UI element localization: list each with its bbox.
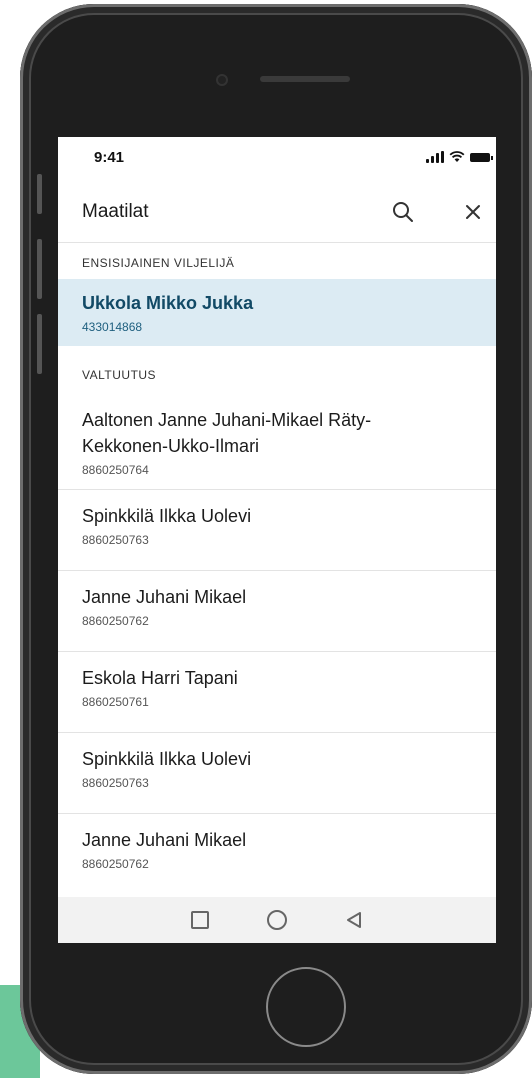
volume-down-button bbox=[37, 314, 42, 374]
front-camera bbox=[216, 74, 228, 86]
item-name: Aaltonen Janne Juhani-Mikael Räty-Kekkon… bbox=[82, 410, 372, 456]
close-icon bbox=[466, 205, 480, 219]
signal-icon bbox=[426, 151, 444, 163]
item-name: Eskola Harri Tapani bbox=[82, 668, 238, 688]
phone-screen: 9:41 Maatilat ENSISIJAINEN VILJELIJÄ Ukk… bbox=[58, 137, 496, 943]
volume-up-button bbox=[37, 239, 42, 299]
item-name: Janne Juhani Mikael bbox=[82, 830, 247, 850]
item-id: 8860250762 bbox=[82, 614, 149, 628]
earpiece-speaker bbox=[260, 76, 350, 82]
status-bar: 9:41 bbox=[58, 137, 496, 181]
list-item[interactable]: Spinkkilä Ilkka Uolevi 8860250763 bbox=[58, 733, 496, 814]
section-header-primary: ENSISIJAINEN VILJELIJÄ bbox=[82, 256, 235, 270]
item-id: 8860250761 bbox=[82, 695, 149, 709]
item-id: 8860250763 bbox=[82, 533, 149, 547]
page-title: Maatilat bbox=[82, 201, 149, 222]
item-id: 433014868 bbox=[82, 320, 143, 334]
item-id: 8860250762 bbox=[82, 857, 149, 871]
mute-switch bbox=[37, 174, 42, 214]
recent-apps-icon[interactable] bbox=[191, 911, 209, 929]
home-nav-icon[interactable] bbox=[267, 910, 287, 930]
status-icons bbox=[426, 149, 493, 163]
item-id: 8860250764 bbox=[82, 463, 149, 477]
item-id: 8860250763 bbox=[82, 776, 149, 790]
item-name: Spinkkilä Ilkka Uolevi bbox=[82, 749, 252, 769]
close-button[interactable] bbox=[458, 197, 488, 227]
back-icon[interactable] bbox=[345, 911, 363, 929]
wifi-icon bbox=[449, 151, 465, 162]
item-name: Janne Juhani Mikael bbox=[82, 587, 247, 607]
section-header-authorization: VALTUUTUS bbox=[82, 368, 157, 382]
list-item-primary[interactable]: Ukkola Mikko Jukka 433014868 bbox=[58, 279, 496, 346]
system-nav-bar bbox=[58, 897, 496, 943]
list-item[interactable]: Eskola Harri Tapani 8860250761 bbox=[58, 652, 496, 733]
battery-icon bbox=[470, 153, 493, 162]
list-item[interactable]: Aaltonen Janne Juhani-Mikael Räty-Kekkon… bbox=[58, 393, 496, 490]
list-item[interactable]: Janne Juhani Mikael 8860250762 bbox=[58, 814, 496, 895]
item-name: Ukkola Mikko Jukka bbox=[82, 293, 254, 313]
search-button[interactable] bbox=[388, 197, 418, 227]
app-bar: Maatilat bbox=[58, 181, 496, 243]
home-button[interactable] bbox=[266, 967, 346, 1047]
status-time: 9:41 bbox=[94, 149, 125, 166]
search-icon bbox=[393, 202, 413, 222]
item-name: Spinkkilä Ilkka Uolevi bbox=[82, 506, 252, 526]
list-item[interactable]: Janne Juhani Mikael 8860250762 bbox=[58, 571, 496, 652]
list-item[interactable]: Spinkkilä Ilkka Uolevi 8860250763 bbox=[58, 490, 496, 571]
